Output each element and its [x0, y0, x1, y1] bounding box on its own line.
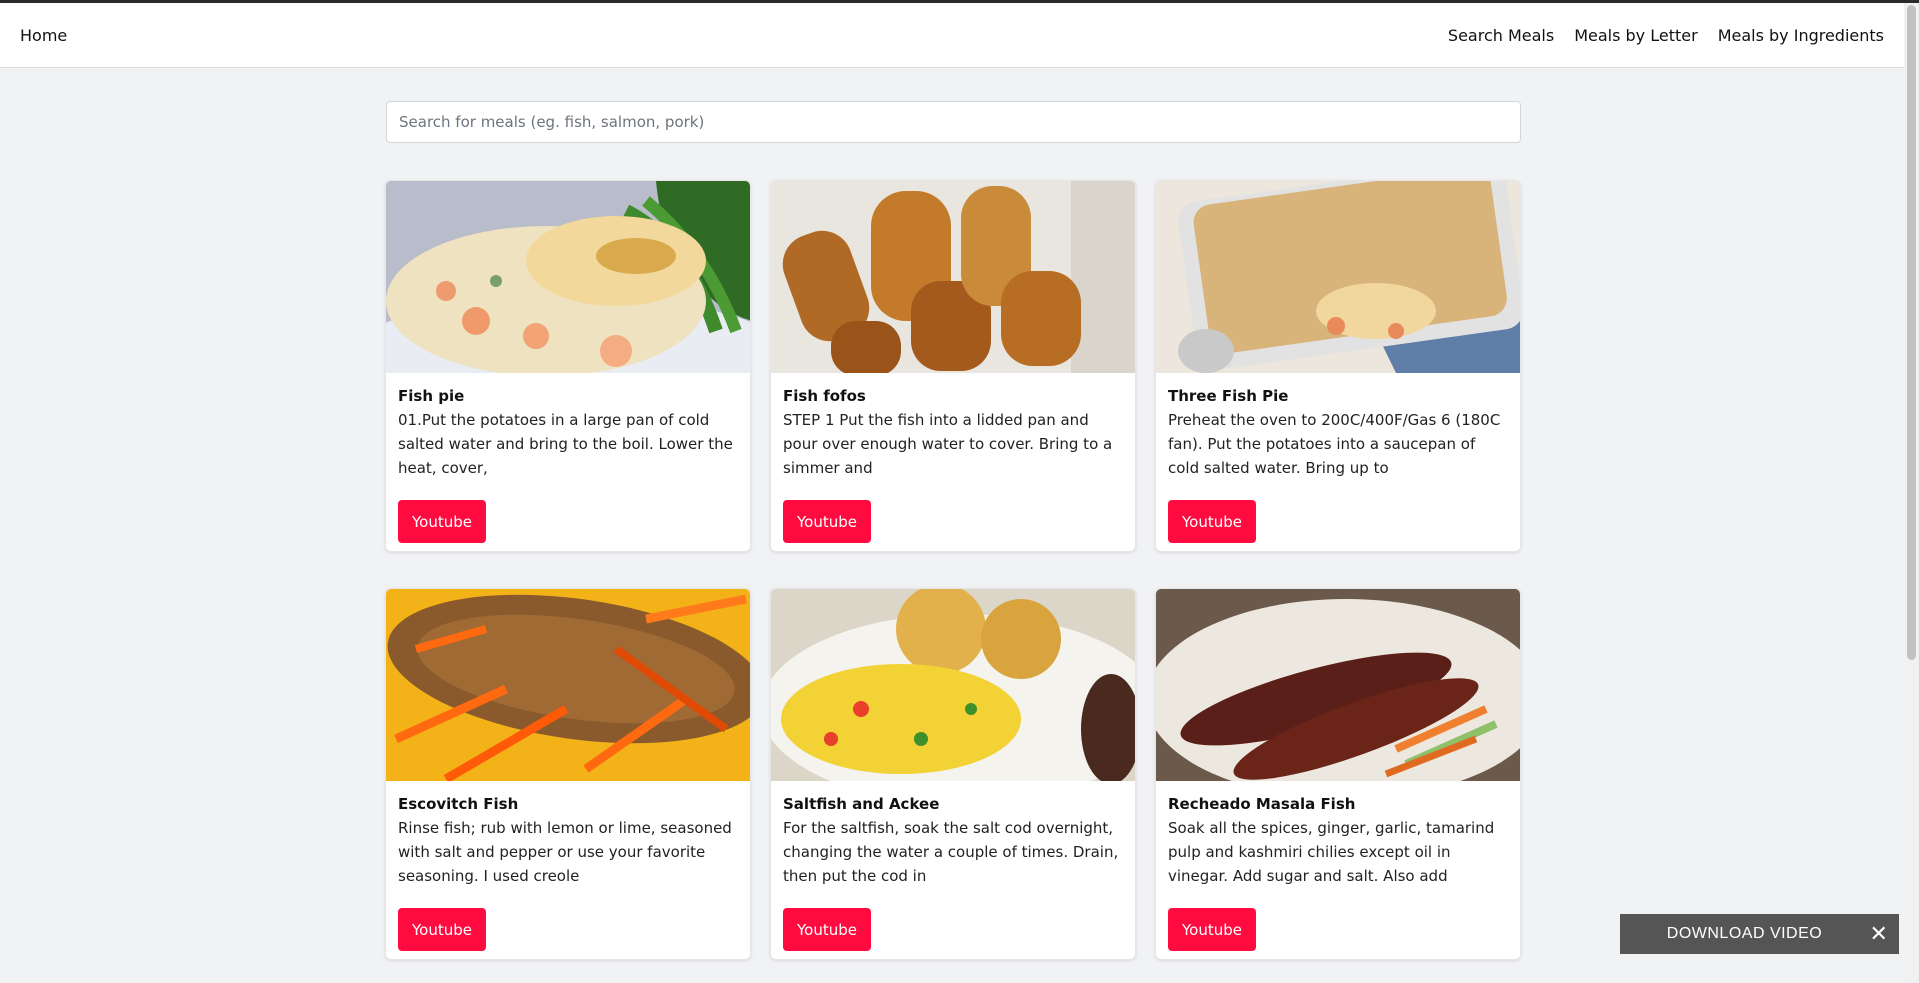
card-body: Fish pie 01.Put the potatoes in a large …	[386, 373, 750, 543]
youtube-button[interactable]: Youtube	[1168, 500, 1256, 543]
meal-title: Fish pie	[398, 387, 465, 405]
meal-card: Saltfish and Ackee For the saltfish, soa…	[770, 588, 1136, 960]
youtube-button[interactable]: Youtube	[783, 500, 871, 543]
three-fish-pie-photo	[1156, 181, 1520, 373]
meal-title: Recheado Masala Fish	[1168, 795, 1356, 813]
meal-card: Fish fofos STEP 1 Put the fish into a li…	[770, 180, 1136, 552]
meal-title: Three Fish Pie	[1168, 387, 1289, 405]
nav-home-link[interactable]: Home	[20, 26, 67, 45]
fish-fofos-photo	[771, 181, 1135, 373]
meal-description: Rinse fish; rub with lemon or lime, seas…	[398, 819, 732, 885]
meal-card: Escovitch Fish Rinse fish; rub with lemo…	[385, 588, 751, 960]
download-video-label[interactable]: DOWNLOAD VIDEO	[1620, 925, 1859, 943]
fish-pie-photo	[386, 181, 750, 373]
meal-description: For the saltfish, soak the salt cod over…	[783, 819, 1119, 885]
scrollbar-thumb[interactable]	[1907, 5, 1916, 660]
meal-title: Fish fofos	[783, 387, 866, 405]
meal-title: Escovitch Fish	[398, 795, 519, 813]
meal-description: Preheat the oven to 200C/400F/Gas 6 (180…	[1168, 411, 1501, 477]
page-scrollbar[interactable]	[1904, 3, 1919, 983]
saltfish-ackee-photo	[771, 589, 1135, 781]
nav-meals-by-ingredients-link[interactable]: Meals by Ingredients	[1718, 26, 1884, 45]
navbar: Home Search Meals Meals by Letter Meals …	[0, 3, 1904, 68]
search-input[interactable]	[386, 101, 1521, 143]
card-body: Recheado Masala Fish Soak all the spices…	[1156, 781, 1520, 951]
meal-card: Recheado Masala Fish Soak all the spices…	[1155, 588, 1521, 960]
close-icon[interactable]: ✕	[1859, 921, 1899, 947]
recheado-masala-fish-photo	[1156, 589, 1520, 781]
download-video-widget[interactable]: DOWNLOAD VIDEO ✕	[1620, 914, 1899, 954]
card-body: Escovitch Fish Rinse fish; rub with lemo…	[386, 781, 750, 951]
youtube-button[interactable]: Youtube	[398, 908, 486, 951]
youtube-button[interactable]: Youtube	[1168, 908, 1256, 951]
meal-description: Soak all the spices, ginger, garlic, tam…	[1168, 819, 1495, 885]
nav-links: Search Meals Meals by Letter Meals by In…	[1448, 26, 1884, 45]
meal-description: 01.Put the potatoes in a large pan of co…	[398, 411, 733, 477]
meal-grid: Fish pie 01.Put the potatoes in a large …	[385, 180, 1522, 960]
card-body: Fish fofos STEP 1 Put the fish into a li…	[771, 373, 1135, 543]
youtube-button[interactable]: Youtube	[398, 500, 486, 543]
meal-title: Saltfish and Ackee	[783, 795, 940, 813]
nav-search-meals-link[interactable]: Search Meals	[1448, 26, 1554, 45]
card-body: Three Fish Pie Preheat the oven to 200C/…	[1156, 373, 1520, 543]
escovitch-fish-photo	[386, 589, 750, 781]
nav-meals-by-letter-link[interactable]: Meals by Letter	[1574, 26, 1697, 45]
search-container	[386, 101, 1521, 143]
meal-description: STEP 1 Put the fish into a lidded pan an…	[783, 411, 1113, 477]
meal-card: Three Fish Pie Preheat the oven to 200C/…	[1155, 180, 1521, 552]
meal-card: Fish pie 01.Put the potatoes in a large …	[385, 180, 751, 552]
card-body: Saltfish and Ackee For the saltfish, soa…	[771, 781, 1135, 951]
youtube-button[interactable]: Youtube	[783, 908, 871, 951]
